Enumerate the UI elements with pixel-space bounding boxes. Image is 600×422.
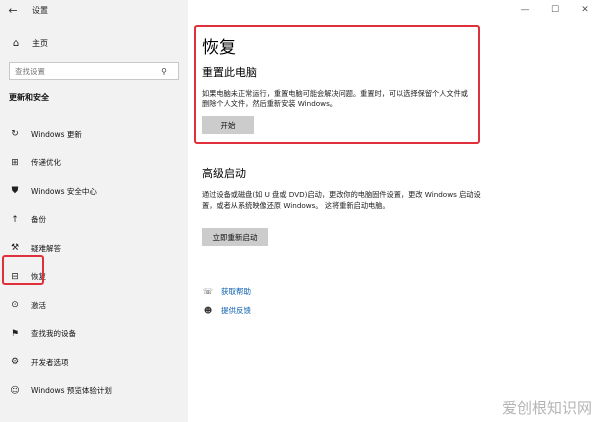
sidebar-item-label: 查找我的设备 bbox=[31, 329, 76, 339]
sidebar-item-label: 开发者选项 bbox=[31, 357, 69, 367]
sidebar-item-backup[interactable]: ↑ 备份 bbox=[0, 206, 188, 235]
sidebar-item-label: 主页 bbox=[32, 38, 48, 48]
watermark: 爱创根知识网 bbox=[501, 399, 592, 417]
search-icon[interactable]: ⚲ bbox=[155, 67, 173, 76]
developer-icon: ⚙ bbox=[10, 357, 20, 368]
sidebar-item-label: 激活 bbox=[31, 300, 46, 310]
section-title: 更新和安全 bbox=[9, 93, 49, 102]
feedback-link-row[interactable]: ☻ 提供反馈 bbox=[202, 303, 251, 317]
advanced-startup-description: 通过设备或磁盘(如 U 盘或 DVD)启动，更改你的电脑固件设置，更改 Wind… bbox=[202, 190, 481, 210]
back-arrow-icon: ← bbox=[8, 3, 18, 17]
sidebar: ← 设置 ⌂ 主页 ⚲ 更新和安全 ↻ Windows 更新 ⊞ 传递优化 ⛊ … bbox=[0, 0, 188, 422]
advanced-startup-heading: 高级启动 bbox=[202, 167, 246, 180]
shield-icon: ⛊ bbox=[11, 186, 19, 197]
sidebar-item-label: Windows 预览体验计划 bbox=[31, 386, 112, 396]
reset-heading: 重置此电脑 bbox=[202, 66, 257, 79]
minimize-button[interactable]: — bbox=[510, 0, 540, 20]
find-device-icon: ⚑ bbox=[10, 328, 20, 339]
activation-icon: ⊙ bbox=[11, 300, 19, 311]
sidebar-item-security[interactable]: ⛊ Windows 安全中心 bbox=[0, 177, 188, 206]
home-icon: ⌂ bbox=[12, 37, 20, 49]
refresh-icon: ↻ bbox=[11, 129, 19, 140]
maximize-button[interactable]: ☐ bbox=[540, 0, 570, 20]
backup-icon: ↑ bbox=[11, 214, 19, 225]
sidebar-item-home[interactable]: ⌂ 主页 bbox=[0, 34, 188, 52]
feedback-link[interactable]: 提供反馈 bbox=[221, 305, 251, 316]
sidebar-item-find-device[interactable]: ⚑ 查找我的设备 bbox=[0, 320, 188, 349]
sidebar-item-developer[interactable]: ⚙ 开发者选项 bbox=[0, 348, 188, 377]
sidebar-item-label: 疑难解答 bbox=[31, 243, 61, 253]
sidebar-item-label: 备份 bbox=[31, 215, 46, 225]
feedback-icon: ☻ bbox=[203, 305, 213, 315]
back-button[interactable]: ← bbox=[0, 0, 26, 20]
sidebar-item-label: Windows 安全中心 bbox=[31, 186, 97, 196]
start-button[interactable]: 开始 bbox=[202, 116, 254, 134]
help-link-row[interactable]: ☏ 获取帮助 bbox=[202, 284, 251, 298]
window-controls: — ☐ ✕ bbox=[510, 0, 600, 20]
search-box[interactable]: ⚲ bbox=[9, 62, 179, 80]
sidebar-item-insider[interactable]: ☺ Windows 预览体验计划 bbox=[0, 377, 188, 406]
title-bar: ← 设置 bbox=[0, 0, 188, 20]
get-help-link[interactable]: 获取帮助 bbox=[221, 286, 251, 297]
wrench-icon: ⚒ bbox=[10, 243, 20, 254]
insider-icon: ☺ bbox=[10, 385, 20, 396]
sidebar-item-label: Windows 更新 bbox=[31, 129, 82, 139]
page-title: 恢复 bbox=[202, 38, 236, 58]
close-button[interactable]: ✕ bbox=[570, 0, 600, 20]
recovery-highlight-box bbox=[2, 255, 44, 285]
sidebar-item-delivery-optimization[interactable]: ⊞ 传递优化 bbox=[0, 149, 188, 178]
sidebar-item-label: 传递优化 bbox=[31, 158, 61, 168]
search-input[interactable] bbox=[10, 66, 155, 76]
reset-description: 如果电脑未正常运行，重置电脑可能会解决问题。重置时，可以选择保留个人文件或删除个… bbox=[202, 89, 468, 108]
help-icon: ☏ bbox=[202, 286, 213, 296]
sidebar-item-activation[interactable]: ⊙ 激活 bbox=[0, 291, 188, 320]
sidebar-item-windows-update[interactable]: ↻ Windows 更新 bbox=[0, 120, 188, 149]
restart-now-button[interactable]: 立即重新启动 bbox=[202, 228, 268, 246]
delivery-icon: ⊞ bbox=[11, 157, 19, 168]
app-title: 设置 bbox=[32, 5, 48, 15]
